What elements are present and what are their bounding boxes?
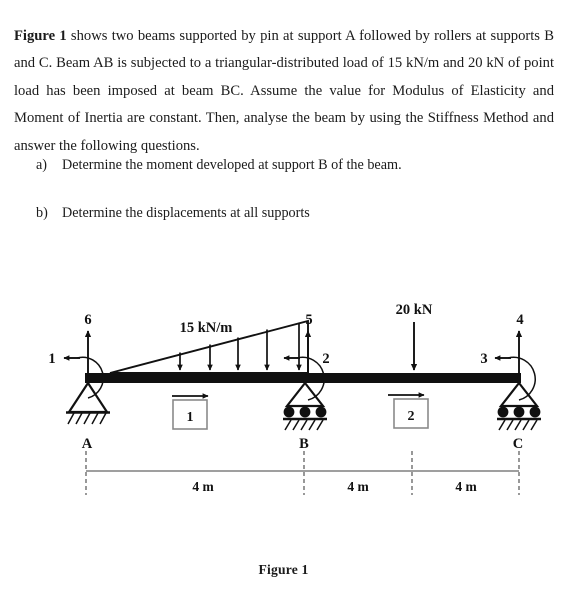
dof-b-vertical-label: 5 <box>305 312 312 328</box>
distributed-load-label: 15 kN/m <box>180 320 233 336</box>
dof-a-moment-label: 1 <box>48 351 55 367</box>
dof-c-moment-label: 3 <box>480 351 487 367</box>
support-c-rollers <box>497 406 541 418</box>
support-b-rollers <box>283 406 327 418</box>
support-c: C <box>497 381 541 452</box>
page-root: Figure 1 shows two beams supported by pi… <box>0 0 567 595</box>
problem-statement: Figure 1 shows two beams supported by pi… <box>14 23 554 161</box>
question-text-a: Determine the moment developed at suppor… <box>62 157 402 173</box>
question-item-a: a) Determine the moment developed at sup… <box>36 155 536 175</box>
dof-a-vertical-label: 6 <box>84 312 91 328</box>
dimension-label-bd: 4 m <box>347 479 369 494</box>
support-a-label: A <box>82 436 93 452</box>
support-c-label: C <box>513 436 523 452</box>
support-b: B <box>283 381 327 452</box>
question-item-b: b) Determine the displacements at all su… <box>36 203 536 223</box>
element-1: 1 <box>172 393 209 430</box>
support-a-hatching <box>67 412 107 425</box>
question-marker-a: a) <box>36 157 48 173</box>
dimension-label-dc: 4 m <box>455 479 477 494</box>
point-load-label: 20 kN <box>396 302 433 318</box>
support-c-hatching <box>498 419 538 431</box>
beam-member <box>85 373 521 383</box>
element-2: 2 <box>388 392 429 429</box>
beam-figure: 15 kN/m 20 kN A B C 6 1 5 2 4 3 1 2 4 m … <box>0 288 567 538</box>
element-1-label: 1 <box>187 410 194 425</box>
dof-b-vertical: 5 <box>304 312 313 373</box>
support-c-triangle <box>498 381 540 408</box>
dof-c-vertical-label: 4 <box>516 312 523 328</box>
dimension-label-ab: 4 m <box>192 479 214 494</box>
figure-caption: Figure 1 <box>258 562 309 577</box>
dof-b-moment-label: 2 <box>322 351 329 367</box>
dimension-extension-lines <box>85 451 520 495</box>
dof-a-vertical: 6 <box>84 312 92 373</box>
element-2-label: 2 <box>408 409 415 424</box>
figure-reference: Figure 1 <box>14 27 67 44</box>
dof-c-vertical: 4 <box>515 312 524 373</box>
question-list: a) Determine the moment developed at sup… <box>36 155 536 251</box>
question-marker-b: b) <box>36 205 48 221</box>
dimension-line: 4 m 4 m 4 m <box>85 451 520 495</box>
support-b-hatching <box>284 419 324 431</box>
support-b-label: B <box>299 436 309 452</box>
beam-diagram-svg: 15 kN/m 20 kN A B C 6 1 5 2 4 3 1 2 4 m … <box>48 302 541 495</box>
support-a: A <box>66 380 110 452</box>
problem-statement-body: shows two beams supported by pin at supp… <box>14 27 554 154</box>
question-text-b: Determine the displacements at all suppo… <box>62 205 310 221</box>
